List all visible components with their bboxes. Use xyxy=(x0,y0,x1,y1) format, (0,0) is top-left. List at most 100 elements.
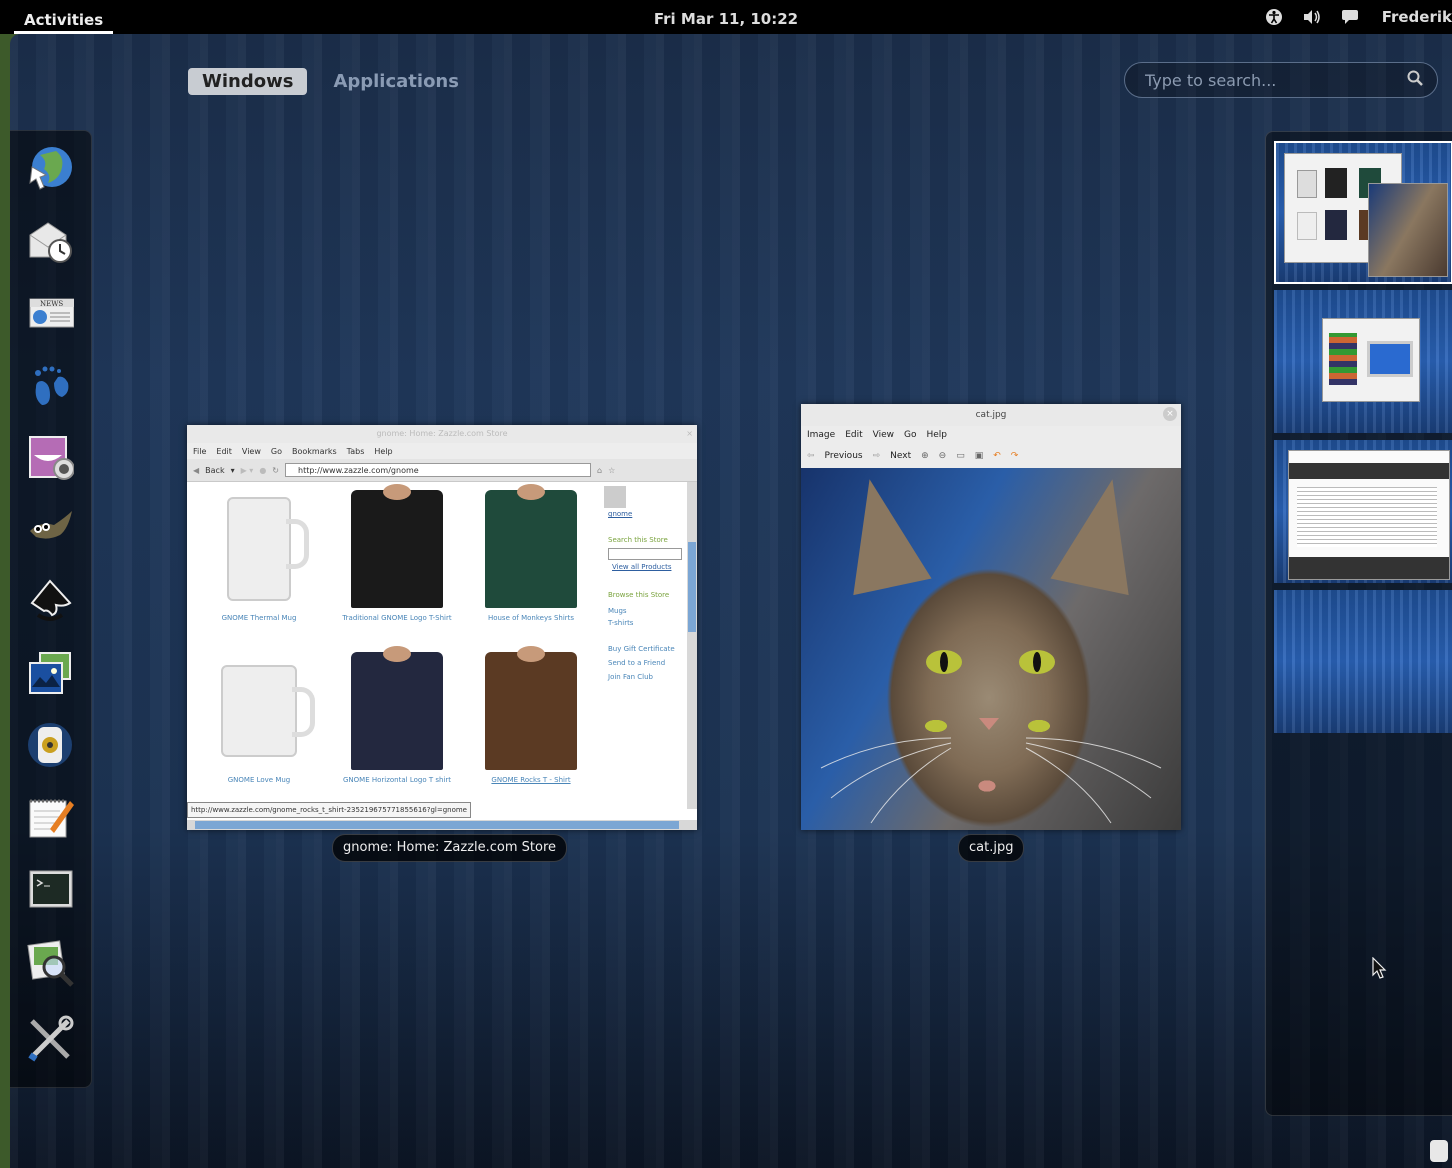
dash-item-inkscape[interactable] xyxy=(24,577,76,629)
previous-button[interactable]: Previous xyxy=(825,451,863,461)
sidebar-link[interactable]: Join Fan Club xyxy=(608,673,687,681)
dash-item-text-editor[interactable] xyxy=(24,793,76,845)
forward-icon[interactable]: ▶ ▾ xyxy=(241,466,254,475)
dash: NEWS xyxy=(10,130,92,1088)
clock[interactable]: Fri Mar 11, 10:22 xyxy=(0,10,1452,28)
tab-windows[interactable]: Windows xyxy=(188,68,308,95)
dash-item-audio[interactable] xyxy=(24,721,76,773)
menu-go[interactable]: Go xyxy=(904,430,916,440)
product-image xyxy=(199,488,319,610)
menu-bookmarks[interactable]: Bookmarks xyxy=(292,447,337,456)
user-menu[interactable]: Frederik xyxy=(1382,8,1452,26)
rotate-left-icon[interactable]: ↶ xyxy=(993,451,1001,461)
workspace-thumbnail-2[interactable] xyxy=(1274,290,1452,433)
reload-icon[interactable]: ↻ xyxy=(272,466,279,475)
next-button[interactable]: Next xyxy=(890,451,911,461)
back-button[interactable]: Back xyxy=(205,466,224,475)
product-label[interactable]: House of Monkeys Shirts xyxy=(467,614,595,622)
chat-icon[interactable] xyxy=(1340,7,1360,27)
product-label[interactable]: Traditional GNOME Logo T-Shirt xyxy=(333,614,461,622)
dash-item-news[interactable]: NEWS xyxy=(24,289,76,341)
menu-view[interactable]: View xyxy=(242,447,261,456)
stop-icon[interactable]: ● xyxy=(259,466,266,475)
product-card[interactable]: Traditional GNOME Logo T-Shirt xyxy=(333,484,461,622)
product-card[interactable]: GNOME Love Mug xyxy=(195,650,323,784)
window-caption-viewer[interactable]: cat.jpg xyxy=(958,834,1025,862)
sidebar-link[interactable]: Mugs xyxy=(608,607,687,615)
workspace-thumbnail-1[interactable] xyxy=(1274,141,1452,284)
close-icon[interactable]: × xyxy=(686,425,693,443)
inkscape-icon xyxy=(26,577,74,629)
volume-icon[interactable] xyxy=(1302,7,1322,27)
chevron-down-icon[interactable]: ▾ xyxy=(231,466,235,475)
svg-text:NEWS: NEWS xyxy=(40,300,63,308)
mail-clock-icon xyxy=(26,217,74,269)
product-card[interactable]: GNOME Thermal Mug xyxy=(195,488,323,622)
dash-item-web-browser[interactable] xyxy=(24,145,76,197)
menu-view[interactable]: View xyxy=(873,430,894,440)
menu-tabs[interactable]: Tabs xyxy=(347,447,365,456)
window-image-viewer[interactable]: cat.jpg × Image Edit View Go Help ⇦ Prev… xyxy=(801,404,1181,830)
product-label[interactable]: GNOME Rocks T - Shirt xyxy=(467,776,595,784)
product-image xyxy=(471,484,591,610)
menu-help[interactable]: Help xyxy=(926,430,947,440)
menu-image[interactable]: Image xyxy=(807,430,835,440)
menu-go[interactable]: Go xyxy=(271,447,282,456)
dash-item-mail[interactable] xyxy=(24,217,76,269)
store-search-input[interactable] xyxy=(608,548,682,560)
menu-help[interactable]: Help xyxy=(374,447,392,456)
workspace-thumbnail-3[interactable] xyxy=(1274,440,1452,583)
gnome-foot-icon xyxy=(26,361,74,413)
dash-item-terminal[interactable] xyxy=(24,865,76,917)
zoom-fit-icon[interactable]: ▣ xyxy=(975,451,984,461)
bookmark-icon[interactable]: ☆ xyxy=(608,466,615,475)
browser-titlebar: gnome: Home: Zazzle.com Store × xyxy=(187,425,697,443)
zoom-out-icon[interactable]: ⊖ xyxy=(939,451,947,461)
gimp-icon xyxy=(26,505,74,557)
dash-item-system-tools[interactable] xyxy=(24,1015,76,1067)
workspace-thumbnail-4[interactable] xyxy=(1274,590,1452,733)
view-all-link[interactable]: View all Products xyxy=(612,563,687,571)
product-card[interactable]: House of Monkeys Shirts xyxy=(467,484,595,622)
close-icon[interactable]: × xyxy=(1163,407,1177,421)
zoom-normal-icon[interactable]: ▭ xyxy=(956,451,965,461)
back-icon[interactable]: ◀ xyxy=(193,466,199,475)
menu-edit[interactable]: Edit xyxy=(216,447,232,456)
window-caption-browser[interactable]: gnome: Home: Zazzle.com Store xyxy=(332,834,568,862)
message-tray-icon[interactable] xyxy=(1430,1140,1448,1162)
dash-item-cheese[interactable] xyxy=(24,433,76,485)
search-icon xyxy=(1407,70,1423,90)
product-label[interactable]: GNOME Thermal Mug xyxy=(195,614,323,622)
dash-item-image-viewer[interactable] xyxy=(24,939,76,991)
window-browser[interactable]: gnome: Home: Zazzle.com Store × File Edi… xyxy=(187,425,697,830)
cat-photo xyxy=(801,468,1181,830)
home-icon[interactable]: ⌂ xyxy=(597,466,602,475)
sidebar-link[interactable]: Buy Gift Certificate xyxy=(608,645,687,653)
product-image xyxy=(337,646,457,772)
system-tray: Frederik xyxy=(1264,0,1452,34)
sidebar-link[interactable]: Send to a Friend xyxy=(608,659,687,667)
menu-edit[interactable]: Edit xyxy=(845,430,862,440)
vertical-scrollbar[interactable] xyxy=(687,482,697,809)
product-card[interactable]: GNOME Rocks T - Shirt xyxy=(467,646,595,784)
url-field[interactable]: http://www.zazzle.com/gnome xyxy=(285,463,591,477)
product-label[interactable]: GNOME Love Mug xyxy=(195,776,323,784)
tab-applications[interactable]: Applications xyxy=(319,68,473,95)
text-editor-icon xyxy=(26,793,74,845)
product-label[interactable]: GNOME Horizontal Logo T shirt xyxy=(333,776,461,784)
zoom-in-icon[interactable]: ⊕ xyxy=(921,451,929,461)
menu-file[interactable]: File xyxy=(193,447,206,456)
dash-item-gnome[interactable] xyxy=(24,361,76,413)
rotate-right-icon[interactable]: ↷ xyxy=(1011,451,1019,461)
image-viewer-icon xyxy=(26,939,74,991)
previous-icon: ⇦ xyxy=(807,451,815,461)
store-user-link[interactable]: gnome xyxy=(608,510,687,518)
accessibility-icon[interactable] xyxy=(1264,7,1284,27)
dash-item-photos[interactable] xyxy=(24,649,76,701)
product-card[interactable]: GNOME Horizontal Logo T shirt xyxy=(333,646,461,784)
search-box[interactable] xyxy=(1124,62,1438,98)
horizontal-scrollbar[interactable] xyxy=(187,820,697,830)
sidebar-link[interactable]: T-shirts xyxy=(608,619,687,627)
search-input[interactable] xyxy=(1143,69,1407,91)
dash-item-gimp[interactable] xyxy=(24,505,76,557)
